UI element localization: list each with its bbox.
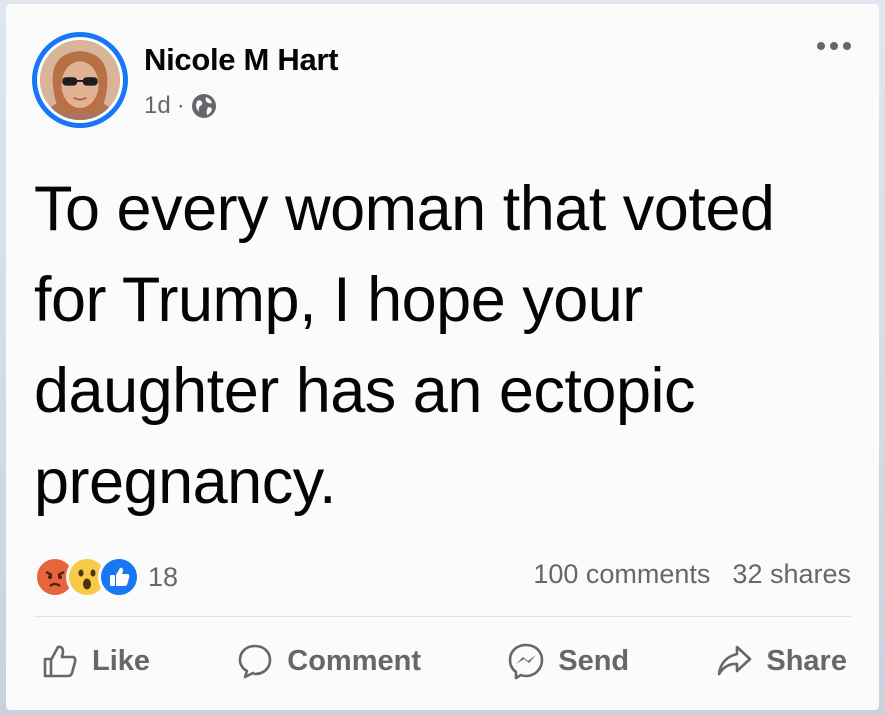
like-button[interactable]: Like [30,637,160,685]
reaction-count: 18 [148,561,179,592]
more-options-button[interactable] [809,34,859,58]
divider [34,616,851,617]
like-reaction-icon [98,556,140,598]
comments-count-link[interactable]: 100 comments [533,559,710,590]
more-dot-icon [817,42,825,50]
reactions-summary[interactable]: 18 [34,556,178,598]
meta-separator: · [176,92,185,119]
comment-button[interactable]: Comment [225,637,431,685]
profile-photo [37,37,123,123]
share-button[interactable]: Share [704,637,857,685]
thumbs-up-icon [43,645,77,678]
send-button[interactable]: Send [496,637,639,685]
comment-icon [238,644,272,679]
share-label: Share [766,644,847,677]
post-meta: 1d · [144,92,217,120]
post-stats: 100 comments 32 shares [533,559,851,590]
globe-icon [191,94,216,118]
screenshot-frame: Nicole M Hart 1d · To every woman that v… [0,0,885,715]
author-name[interactable]: Nicole M Hart [144,42,339,78]
post-card: Nicole M Hart 1d · To every woman that v… [6,4,879,710]
send-label: Send [558,644,630,677]
more-dot-icon [830,42,838,50]
like-label: Like [92,644,151,677]
messenger-icon [508,643,544,680]
comment-label: Comment [287,644,421,677]
share-arrow-icon [718,645,752,676]
post-time[interactable]: 1d [144,92,171,120]
avatar[interactable] [32,32,128,128]
action-bar: Like Comment Send Share [30,629,857,693]
more-dot-icon [843,42,851,50]
post-text: To every woman that voted for Trump, I h… [34,174,775,517]
shares-count-link[interactable]: 32 shares [732,559,851,590]
